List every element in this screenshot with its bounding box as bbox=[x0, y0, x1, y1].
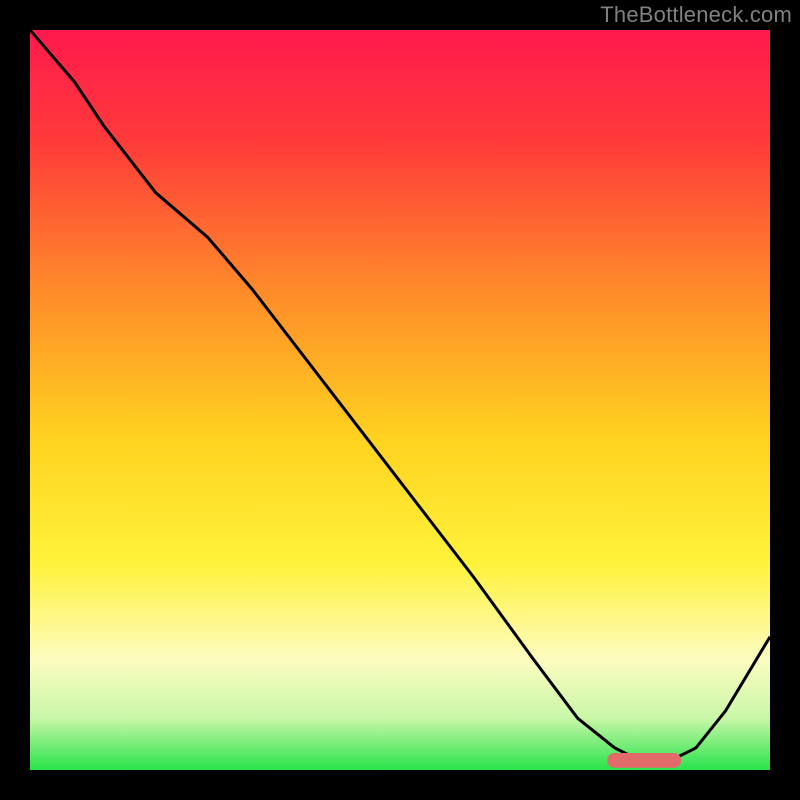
optimal-range-marker bbox=[607, 753, 681, 768]
plot-area bbox=[30, 30, 770, 770]
watermark-text: TheBottleneck.com bbox=[600, 2, 792, 28]
chart-svg bbox=[30, 30, 770, 770]
chart-container: TheBottleneck.com bbox=[0, 0, 800, 800]
gradient-background bbox=[30, 30, 770, 770]
